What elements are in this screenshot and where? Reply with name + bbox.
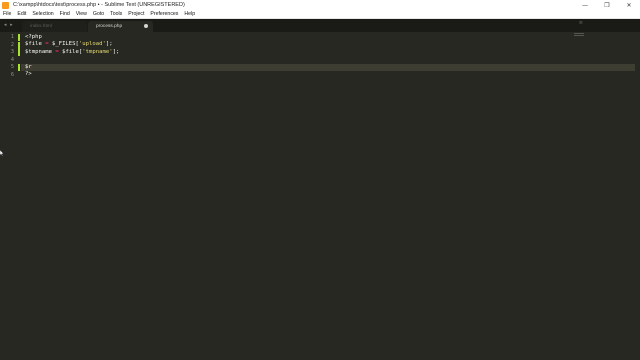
current-line-highlight	[21, 64, 640, 71]
maximize-button[interactable]: ❐	[596, 0, 618, 10]
tab-label: index.html	[30, 24, 52, 29]
modified-line-marker	[18, 41, 20, 49]
tab-bar: ◂ ▸ index.html process.php ≡	[0, 19, 640, 32]
line-number: 6	[10, 71, 14, 78]
code-token: $r	[25, 63, 32, 70]
code-token: 'tmpname'	[82, 48, 113, 55]
tab-label: process.php	[96, 24, 123, 29]
menu-help[interactable]: Help	[181, 11, 198, 17]
minimize-button[interactable]: —	[574, 0, 596, 10]
window-controls: — ❐ ✕	[574, 0, 640, 10]
close-button[interactable]: ✕	[618, 0, 640, 10]
window-title: C:\xampp\htdocs\test\process.php • - Sub…	[13, 2, 185, 8]
code-line: $r	[25, 64, 32, 70]
code-token: $file	[25, 41, 42, 47]
code-line: $tmpname = $file['tmpname'];	[25, 49, 119, 55]
menu-bar: File Edit Selection Find View Goto Tools…	[0, 10, 640, 19]
code-token: $tmpname	[25, 48, 52, 55]
code-editor[interactable]: 123456 <?php $file = $_FILES['upload']; $t…	[0, 32, 640, 360]
menu-find[interactable]: Find	[57, 11, 73, 17]
modified-line-marker	[18, 64, 20, 71]
menu-tools[interactable]: Tools	[107, 11, 125, 17]
code-token: ];	[105, 41, 113, 47]
code-token: <?php	[25, 33, 42, 40]
minimap-viewport[interactable]	[574, 33, 584, 36]
line-number-gutter: 123456	[0, 32, 21, 360]
menu-file[interactable]: File	[0, 11, 14, 17]
code-token: ];	[112, 48, 120, 55]
modified-dot-icon[interactable]	[144, 24, 148, 28]
modified-line-marker	[18, 34, 20, 41]
menu-project[interactable]: Project	[125, 11, 147, 17]
code-token: $_FILES[	[48, 41, 79, 47]
menu-view[interactable]: View	[73, 11, 90, 17]
tab-scroll-arrows-icon[interactable]: ◂ ▸	[4, 22, 14, 28]
line-number: 5	[10, 64, 14, 70]
tab-menu-icon[interactable]: ≡	[579, 20, 583, 26]
code-line: ?>	[25, 71, 32, 77]
tab-process-php[interactable]: process.php	[88, 21, 153, 32]
menu-edit[interactable]: Edit	[14, 11, 29, 17]
mouse-pointer-icon	[0, 150, 4, 156]
sublime-text-icon	[2, 1, 9, 9]
modified-line-marker	[18, 49, 20, 56]
line-number: 4	[10, 56, 14, 63]
line-number: 3	[10, 49, 14, 55]
vertical-scrollbar[interactable]	[635, 32, 640, 360]
line-number: 2	[10, 41, 14, 48]
code-token: 'upload'	[78, 41, 106, 47]
menu-selection[interactable]: Selection	[29, 11, 56, 17]
code-line: $file = $_FILES['upload'];	[25, 41, 113, 47]
title-bar: C:\xampp\htdocs\test\process.php • - Sub…	[0, 0, 640, 10]
tab-index-html[interactable]: index.html	[22, 21, 87, 32]
code-token: $file[	[58, 48, 83, 55]
menu-goto[interactable]: Goto	[90, 11, 107, 17]
code-token: ?>	[25, 71, 32, 77]
code-line: <?php	[25, 34, 42, 40]
menu-preferences[interactable]: Preferences	[147, 11, 181, 17]
line-number: 1	[10, 34, 14, 40]
